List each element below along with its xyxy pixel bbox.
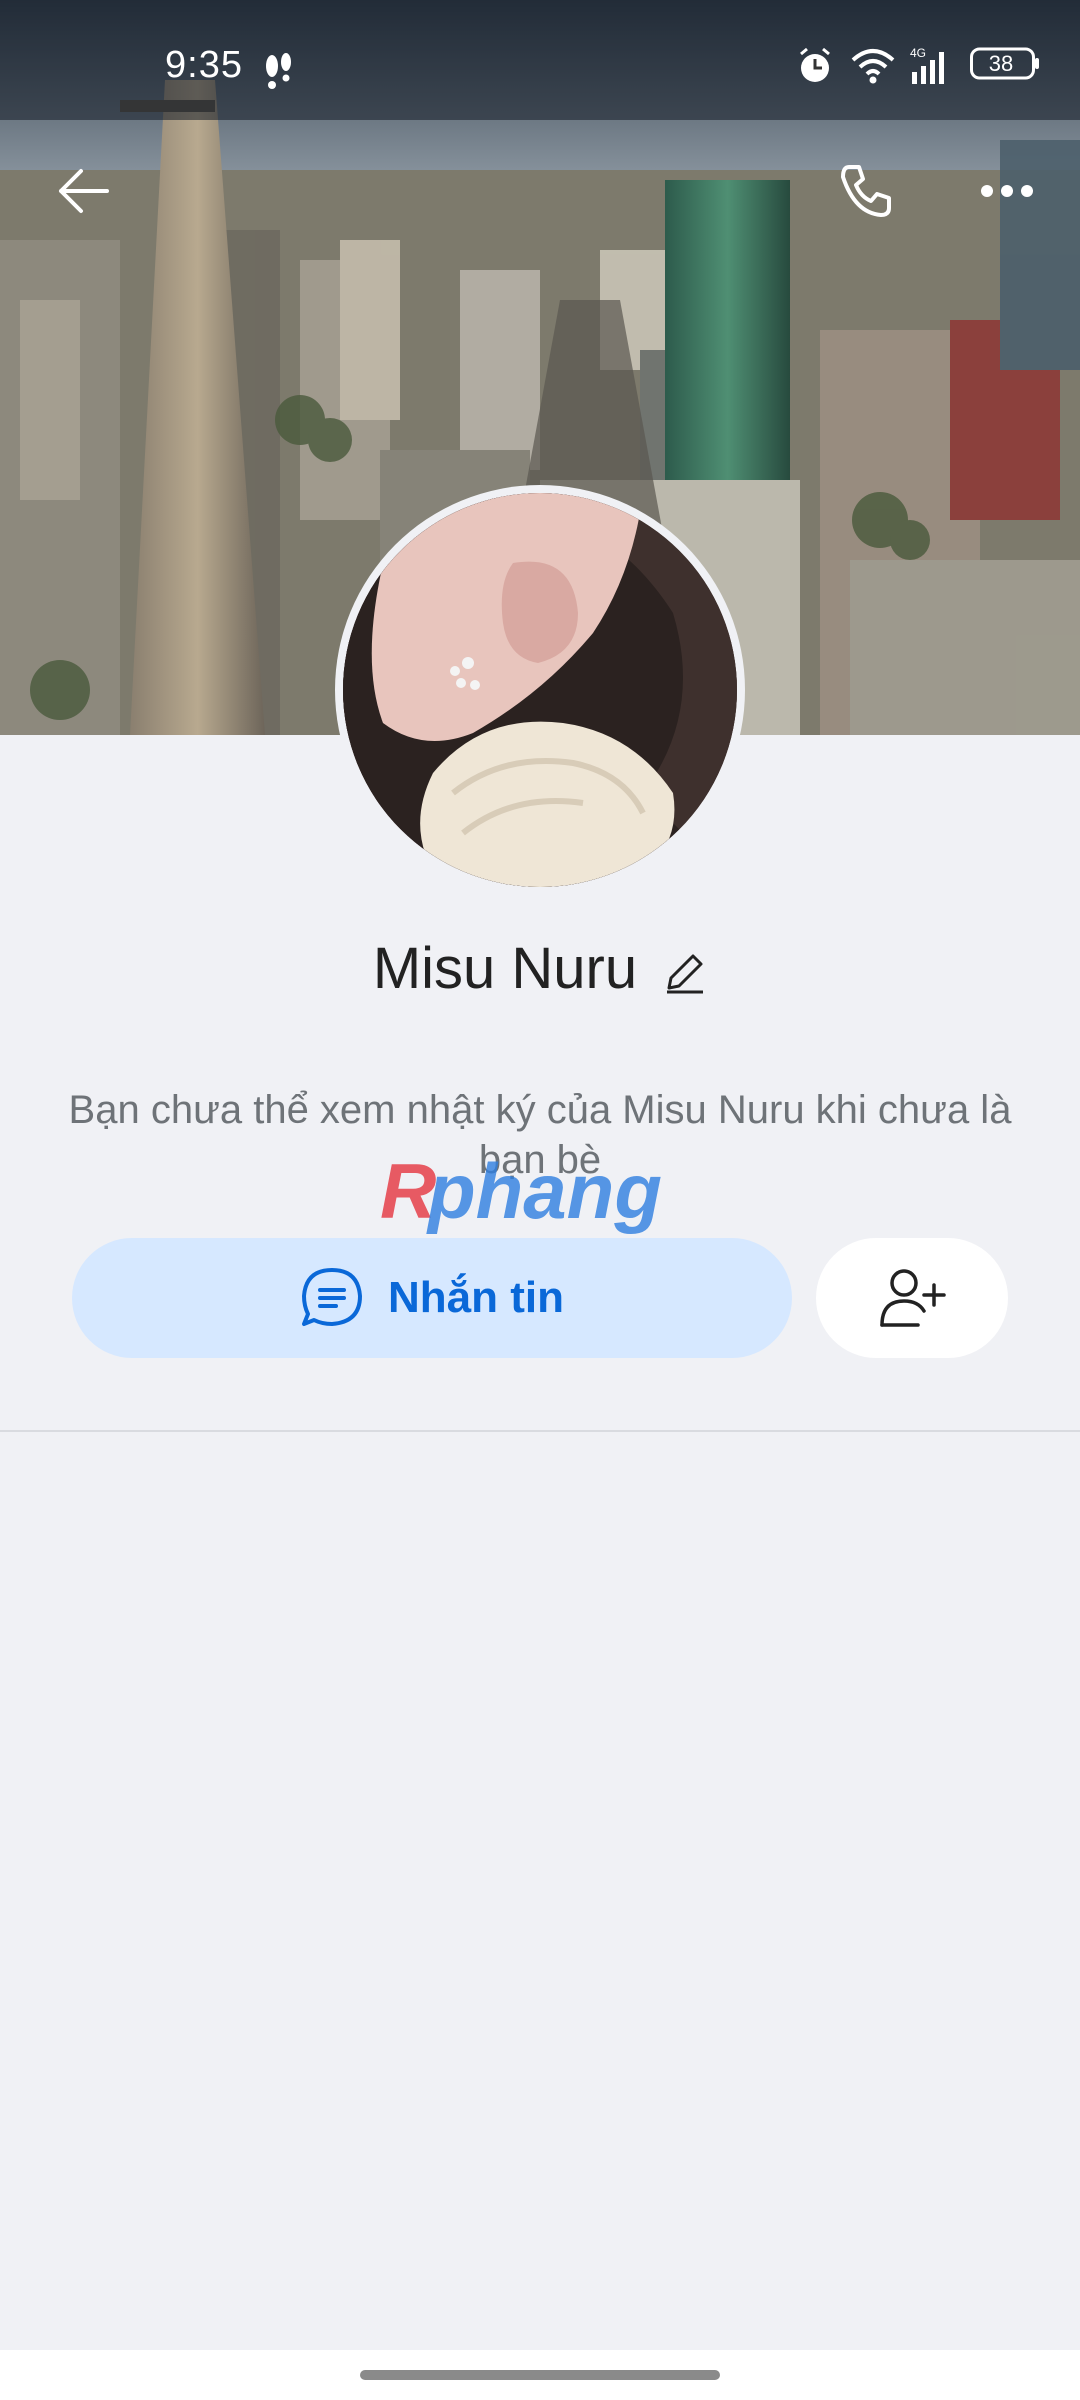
more-dots-icon bbox=[981, 185, 1033, 197]
phone-icon bbox=[841, 165, 891, 217]
profile-name: Misu Nuru bbox=[372, 936, 638, 1001]
chat-bubble-icon bbox=[302, 1268, 362, 1326]
status-time: 9:35 bbox=[165, 44, 243, 86]
svg-text:phang: phang bbox=[426, 1150, 662, 1235]
cellular-4g-icon: 4G bbox=[910, 46, 944, 84]
message-button-label: Nhắn tin bbox=[388, 1273, 564, 1322]
back-button[interactable] bbox=[38, 146, 128, 236]
svg-text:4G: 4G bbox=[910, 46, 926, 60]
more-button[interactable] bbox=[962, 146, 1052, 236]
avatar[interactable] bbox=[335, 485, 745, 895]
watermark-logo: R phang bbox=[380, 1150, 662, 1235]
add-friend-button[interactable] bbox=[816, 1238, 1008, 1358]
alarm-icon bbox=[800, 47, 830, 82]
call-button[interactable] bbox=[820, 146, 910, 236]
avatar-photo bbox=[343, 493, 737, 887]
arrow-left-icon bbox=[59, 169, 109, 213]
message-button[interactable]: Nhắn tin bbox=[72, 1238, 792, 1358]
profile-name-row: Misu Nuru bbox=[0, 935, 1080, 1002]
home-indicator[interactable] bbox=[360, 2370, 720, 2380]
battery-indicator: 38 bbox=[970, 46, 1040, 82]
notification-footprint-icon bbox=[266, 53, 291, 89]
edit-pencil-icon[interactable] bbox=[663, 950, 707, 994]
battery-level: 38 bbox=[988, 51, 1014, 76]
wifi-icon bbox=[851, 49, 895, 84]
status-bar: 9:35 4G 38 bbox=[0, 0, 1080, 120]
add-friend-icon bbox=[880, 1269, 946, 1327]
section-divider bbox=[0, 1430, 1080, 1432]
avatar-image bbox=[343, 493, 737, 887]
